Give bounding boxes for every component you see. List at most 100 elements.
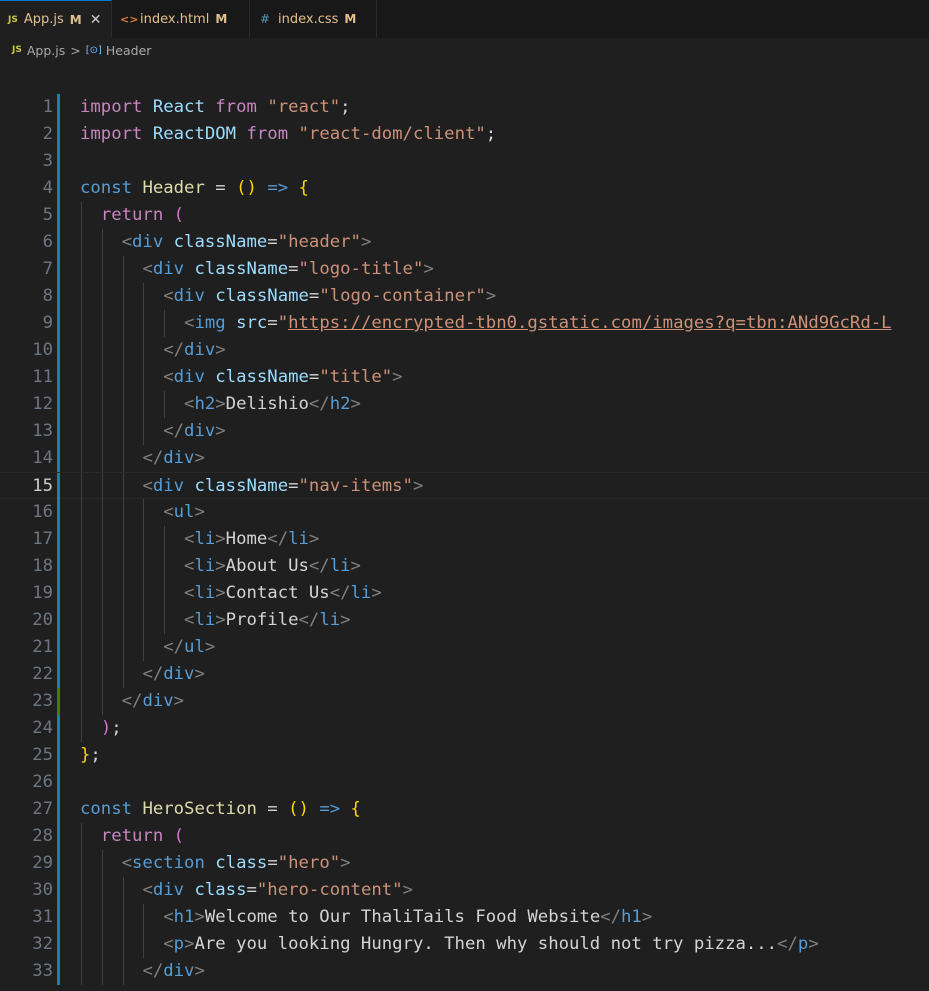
- git-modified-marker[interactable]: [57, 445, 60, 472]
- git-modified-marker[interactable]: [57, 634, 60, 661]
- code-line[interactable]: 28 return (: [0, 823, 929, 850]
- code-line[interactable]: 7 <div className="logo-title">: [0, 256, 929, 283]
- git-modified-marker[interactable]: [57, 931, 60, 958]
- git-modified-marker[interactable]: [57, 526, 60, 553]
- git-modified-marker[interactable]: [57, 202, 60, 229]
- git-modified-marker[interactable]: [57, 904, 60, 931]
- git-modified-marker[interactable]: [57, 391, 60, 418]
- code-line[interactable]: 1 import React from "react";: [0, 94, 929, 121]
- code-line[interactable]: 11 <div className="title">: [0, 364, 929, 391]
- code-line[interactable]: 2 import ReactDOM from "react-dom/client"…: [0, 121, 929, 148]
- code-line[interactable]: 27 const HeroSection = () => {: [0, 796, 929, 823]
- code-line[interactable]: 26: [0, 769, 929, 796]
- code-line[interactable]: 10 </div>: [0, 337, 929, 364]
- code-token: HeroSection: [142, 799, 257, 819]
- code-token: div: [173, 286, 205, 306]
- code-token: className: [215, 286, 309, 306]
- git-modified-marker[interactable]: [57, 337, 60, 364]
- code-line[interactable]: 19 <li>Contact Us</li>: [0, 580, 929, 607]
- git-modified-marker[interactable]: [57, 877, 60, 904]
- code-token: li: [194, 556, 216, 576]
- git-modified-marker[interactable]: [57, 175, 60, 202]
- git-modified-marker[interactable]: [57, 553, 60, 580]
- code-token: </: [142, 664, 164, 684]
- code-line[interactable]: 23 </div>: [0, 688, 929, 715]
- code-area[interactable]: 1 import React from "react"; 2 import React…: [0, 94, 929, 991]
- git-modified-marker[interactable]: [57, 256, 60, 283]
- git-modified-marker[interactable]: [57, 283, 60, 310]
- breadcrumb-file[interactable]: App.js: [27, 43, 65, 58]
- git-modified-marker[interactable]: [57, 121, 60, 148]
- code-line[interactable]: 15 <div className="nav-items">: [0, 472, 929, 500]
- git-modified-marker[interactable]: [57, 796, 60, 823]
- code-line[interactable]: 25};: [0, 742, 929, 769]
- code-token: Welcome to Our ThaliTails Food Website: [204, 907, 601, 927]
- code-line[interactable]: 8 <div className="logo-container">: [0, 283, 929, 310]
- code-line[interactable]: 4 const Header = () => {: [0, 175, 929, 202]
- code-token: =: [256, 799, 289, 819]
- code-line[interactable]: 18 <li>About Us</li>: [0, 553, 929, 580]
- line-number: 29: [32, 853, 53, 873]
- code-line[interactable]: 17 <li>Home</li>: [0, 526, 929, 553]
- code-token: "hero-content": [256, 880, 403, 900]
- breadcrumb: JS App.js > [⊙] Header: [0, 38, 929, 62]
- git-modified-marker[interactable]: [57, 661, 60, 688]
- code-token: className: [194, 476, 289, 496]
- code-token: =: [267, 313, 278, 333]
- git-modified-marker[interactable]: [57, 94, 60, 121]
- git-modified-marker[interactable]: [57, 364, 60, 391]
- code-token: li: [194, 610, 216, 630]
- breadcrumb-symbol[interactable]: Header: [106, 43, 152, 58]
- code-line[interactable]: 12 <h2>Delishio</h2>: [0, 391, 929, 418]
- code-line[interactable]: 14 </div>: [0, 445, 929, 472]
- git-modified-marker[interactable]: [57, 742, 60, 769]
- git-modified-marker[interactable]: [57, 580, 60, 607]
- git-modified-marker[interactable]: [57, 850, 60, 877]
- close-icon[interactable]: ✕: [90, 12, 102, 28]
- git-modified-marker[interactable]: [57, 310, 60, 337]
- code-line[interactable]: 9 <img src="https://encrypted-tbn0.gstat…: [0, 310, 929, 337]
- code-token: div: [184, 340, 216, 360]
- git-modified-marker[interactable]: [57, 418, 60, 445]
- code-line[interactable]: 16 <ul>: [0, 499, 929, 526]
- tab-index-css[interactable]: # index.css M: [250, 0, 377, 38]
- code-line[interactable]: 33 </div>: [0, 958, 929, 985]
- tab-app-js[interactable]: JS App.js M ✕: [0, 0, 112, 38]
- code-token: (: [173, 205, 185, 225]
- git-modified-marker[interactable]: [57, 607, 60, 634]
- git-modified-marker[interactable]: [57, 715, 60, 742]
- code-text: <li>About Us</li>: [80, 553, 361, 580]
- code-token: https://encrypted-tbn0.gstatic.com/image…: [288, 313, 892, 333]
- code-line[interactable]: 32 <p>Are you looking Hungry. Then why s…: [0, 931, 929, 958]
- line-number: 19: [32, 583, 53, 603]
- code-line[interactable]: 13 </div>: [0, 418, 929, 445]
- code-line[interactable]: 24 );: [0, 715, 929, 742]
- git-modified-marker[interactable]: [57, 148, 60, 175]
- git-modified-marker[interactable]: [57, 473, 60, 500]
- code-token: div: [142, 691, 174, 711]
- code-line[interactable]: 6 <div className="header">: [0, 229, 929, 256]
- git-modified-marker[interactable]: [57, 769, 60, 796]
- code-line[interactable]: 20 <li>Profile</li>: [0, 607, 929, 634]
- git-added-marker[interactable]: [57, 688, 60, 715]
- code-line[interactable]: 5 return (: [0, 202, 929, 229]
- code-line[interactable]: 31 <h1>Welcome to Our ThaliTails Food We…: [0, 904, 929, 931]
- git-modified-marker[interactable]: [57, 823, 60, 850]
- tab-index-html[interactable]: <> index.html M: [112, 0, 250, 38]
- line-number: 2: [42, 124, 53, 144]
- code-line[interactable]: 30 <div class="hero-content">: [0, 877, 929, 904]
- code-line[interactable]: 22 </div>: [0, 661, 929, 688]
- git-modified-marker[interactable]: [57, 958, 60, 985]
- git-modified-marker[interactable]: [57, 229, 60, 256]
- code-line[interactable]: 29 <section class="hero">: [0, 850, 929, 877]
- code-line[interactable]: 3: [0, 148, 929, 175]
- code-token: <: [142, 476, 153, 496]
- code-token: ul: [184, 637, 205, 657]
- code-line[interactable]: 21 </ul>: [0, 634, 929, 661]
- git-modified-marker[interactable]: [57, 499, 60, 526]
